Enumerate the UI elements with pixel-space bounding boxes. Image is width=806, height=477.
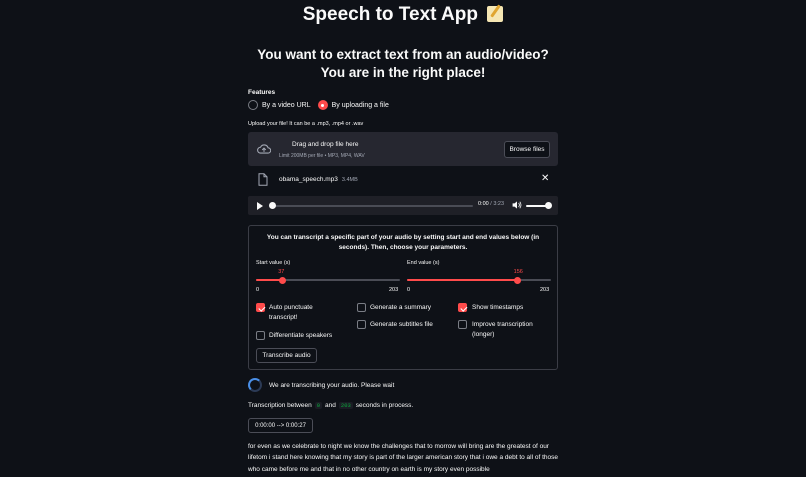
checkbox-auto-punctuate[interactable]	[256, 303, 265, 312]
checkbox-generate-subtitles[interactable]	[357, 320, 366, 329]
file-size: 3.4MB	[341, 177, 358, 183]
start-slider-max: 203	[389, 287, 399, 293]
audio-time: 0:00 / 3:23	[478, 201, 505, 207]
checkbox-generate-summary[interactable]	[357, 303, 366, 312]
volume-icon[interactable]	[512, 201, 522, 209]
end-slider-fill	[407, 279, 518, 281]
upload-label: Upload your file! It can be a .mp3, .mp4…	[248, 121, 364, 127]
radio-upload-file[interactable]	[317, 100, 328, 110]
checkbox-show-timestamps[interactable]	[458, 303, 467, 312]
start-slider-handle[interactable]	[278, 276, 286, 284]
play-icon[interactable]	[257, 202, 263, 210]
audio-duration: 3:23	[493, 201, 505, 207]
audio-progress-handle[interactable]	[268, 202, 276, 209]
page-title: Speech to Text App	[0, 4, 806, 26]
cloud-upload-icon	[257, 144, 271, 154]
drag-drop-text: Drag and drop file here	[292, 141, 359, 148]
process-start-value: 0	[314, 402, 323, 409]
transcript-text: for even as we celebrate to night we kno…	[248, 443, 558, 473]
end-value-readout: 156	[513, 269, 523, 275]
timestamp-chip: 0:00:00 --> 0:00:27	[248, 418, 313, 433]
radio-upload-file-label[interactable]: By uploading a file	[332, 102, 389, 109]
end-slider-min: 0	[407, 287, 411, 293]
end-slider-max: 203	[540, 287, 550, 293]
radio-video-url[interactable]	[248, 100, 258, 110]
page-subtitle: You want to extract text from an audio/v…	[257, 47, 549, 80]
checkbox-generate-subtitles-label[interactable]: Generate subtitles file	[370, 320, 433, 330]
spinner-text: We are transcribing your audio. Please w…	[269, 382, 395, 389]
process-end-value: 203	[338, 402, 353, 409]
features-radio-group: By a video URL By uploading a file	[248, 100, 389, 110]
start-slider-min: 0	[256, 287, 260, 293]
checkbox-differentiate-speakers[interactable]	[256, 331, 265, 340]
start-value-readout: 37	[278, 269, 285, 275]
start-value-label: Start value (s)	[256, 260, 291, 266]
transcribe-audio-button[interactable]: Transcribe audio	[256, 348, 317, 363]
end-slider-handle[interactable]	[514, 276, 522, 284]
checkbox-improve-transcription[interactable]	[458, 320, 467, 329]
checkbox-improve-transcription-label[interactable]: Improve transcription (longer)	[472, 320, 548, 340]
checkbox-auto-punctuate-label[interactable]: Auto punctuate transcript!	[269, 303, 339, 323]
volume-slider-handle[interactable]	[545, 202, 552, 209]
radio-video-url-label[interactable]: By a video URL	[262, 102, 311, 109]
process-status: Transcription between 0 and 203 seconds …	[248, 402, 414, 409]
loading-spinner-icon	[248, 378, 262, 392]
checkbox-differentiate-speakers-label[interactable]: Differentiate speakers	[269, 331, 332, 341]
checkbox-show-timestamps-label[interactable]: Show timestamps	[472, 303, 523, 313]
close-icon[interactable]: ✕	[541, 173, 549, 184]
file-icon	[258, 173, 268, 186]
checkbox-generate-summary-label[interactable]: Generate a summary	[370, 303, 431, 313]
parameters-instructions: You can transcript a specific part of yo…	[266, 234, 540, 251]
browse-files-button[interactable]: Browse files	[504, 141, 550, 158]
memo-icon	[487, 6, 504, 22]
features-label: Features	[248, 89, 276, 96]
file-name: obama_speech.mp3	[279, 176, 338, 183]
uploaded-file: obama_speech.mp3 3.4MB	[279, 176, 358, 183]
audio-current-time: 0:00	[478, 201, 489, 207]
end-value-label: End value (s)	[407, 260, 440, 266]
audio-progress-track[interactable]	[272, 204, 473, 207]
file-limit-text: Limit 200MB per file • MP3, MP4, WAV	[279, 153, 365, 159]
